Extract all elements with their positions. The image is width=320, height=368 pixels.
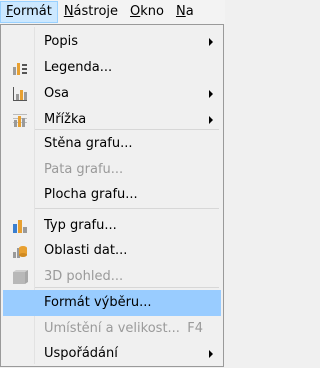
menu-item-label: Formát výběru... xyxy=(44,295,152,310)
menu-item-label: Oblasti dat... xyxy=(44,243,128,258)
menu-item-arrangement[interactable]: Uspořádání xyxy=(3,341,221,367)
submenu-arrow-icon xyxy=(209,350,213,358)
menu-separator xyxy=(35,129,219,130)
menu-item-label: Plocha grafu... xyxy=(44,187,138,202)
menu-item-label: Typ grafu... xyxy=(44,218,117,233)
submenu-arrow-icon xyxy=(209,90,213,98)
menu-separator xyxy=(35,208,219,209)
menu-item-label: Uspořádání xyxy=(44,346,118,361)
menu-format[interactable]: Formát xyxy=(0,1,58,23)
menu-item-data-ranges[interactable]: Oblasti dat... xyxy=(3,238,221,264)
menu-item-label: Pata grafu... xyxy=(44,162,124,177)
menu-item-label: Umístění a velikost... xyxy=(44,321,180,336)
legend-icon xyxy=(13,63,27,75)
menu-item-position-size: Umístění a velikost... F4 xyxy=(3,316,221,342)
submenu-arrow-icon xyxy=(209,116,213,124)
shortcut-label: F4 xyxy=(187,321,203,336)
menu-bar: Formát Nástroje Okno Na xyxy=(0,0,225,24)
submenu-arrow-icon xyxy=(209,38,213,46)
grid-icon xyxy=(13,114,27,127)
format-dropdown-menu: Popis Legenda... Osa Mřížka Stěna grafu.… xyxy=(0,24,224,367)
menu-help[interactable]: Na xyxy=(170,1,200,23)
menu-item-chart-floor: Pata grafu... xyxy=(3,157,221,183)
3d-view-icon xyxy=(13,270,28,284)
menu-item-titles[interactable]: Popis xyxy=(3,29,221,55)
menu-item-chart-type[interactable]: Typ grafu... xyxy=(3,213,221,239)
menu-item-label: Osa xyxy=(44,86,69,101)
menu-item-legend[interactable]: Legenda... xyxy=(3,55,221,81)
menu-item-format-selection[interactable]: Formát výběru... xyxy=(3,290,221,316)
menu-item-label: Legenda... xyxy=(44,60,113,75)
menu-item-label: Popis xyxy=(44,34,78,49)
menu-item-chart-wall[interactable]: Stěna grafu... xyxy=(3,131,221,157)
menu-item-label: 3D pohled... xyxy=(44,269,124,284)
menu-item-label: Stěna grafu... xyxy=(44,136,133,151)
axis-icon xyxy=(13,87,27,101)
menu-item-axis[interactable]: Osa xyxy=(3,81,221,107)
menu-window[interactable]: Okno xyxy=(124,1,170,23)
menu-item-chart-area[interactable]: Plocha grafu... xyxy=(3,182,221,208)
chart-type-icon xyxy=(13,220,27,233)
menu-separator xyxy=(35,287,219,288)
menu-tools[interactable]: Nástroje xyxy=(58,1,124,23)
data-ranges-icon xyxy=(13,246,27,258)
menu-item-label: Mřížka xyxy=(44,112,87,127)
